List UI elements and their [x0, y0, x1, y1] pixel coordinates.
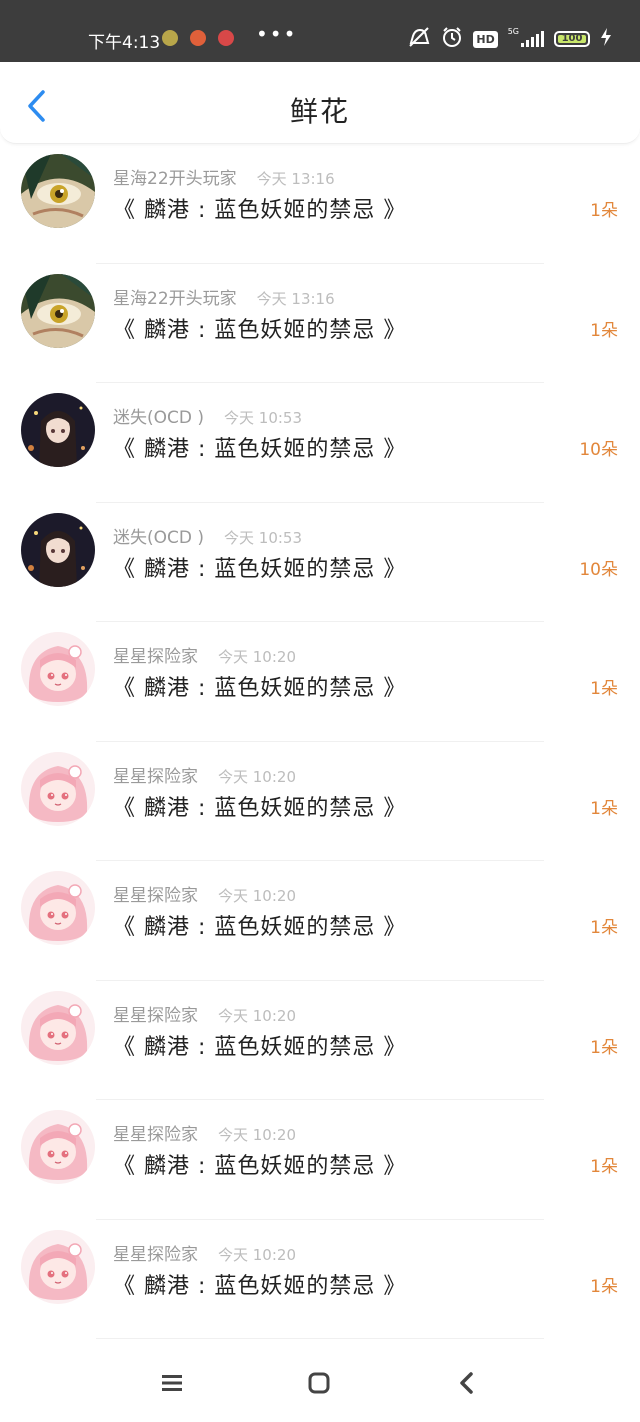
gift-meta: 星星探险家 今天 10:20: [113, 642, 296, 667]
status-bar: 下午4:13 ••• HD 5G 100: [0, 0, 640, 62]
back-triangle-icon: [460, 1372, 473, 1394]
gift-meta: 星海22开头玩家 今天 13:16: [113, 164, 335, 189]
header: 鲜花: [0, 62, 640, 144]
username[interactable]: 星星探险家: [113, 1001, 198, 1026]
gift-meta: 星星探险家 今天 10:20: [113, 881, 296, 906]
gift-time: 今天 10:20: [218, 1126, 296, 1144]
username[interactable]: 星星探险家: [113, 1120, 198, 1145]
menu-button[interactable]: [154, 1368, 190, 1398]
gift-meta: 星星探险家 今天 10:20: [113, 1120, 296, 1145]
book-title[interactable]: 《 麟港 : 蓝色妖姬的禁忌 》: [113, 670, 406, 702]
flower-count: 10朵: [579, 440, 618, 460]
home-button[interactable]: [301, 1368, 337, 1398]
gift-meta: 迷失(OCD ) 今天 10:53: [113, 403, 302, 428]
more-notifications-icon: •••: [256, 22, 298, 46]
gift-meta: 星星探险家 今天 10:20: [113, 1001, 296, 1026]
gift-row[interactable]: 星星探险家 今天 10:20 《 麟港 : 蓝色妖姬的禁忌 》 1朵: [0, 622, 640, 742]
gift-time: 今天 10:20: [218, 648, 296, 666]
menu-icon: [162, 1375, 182, 1391]
avatar[interactable]: [21, 273, 95, 348]
gift-meta: 星星探险家 今天 10:20: [113, 762, 296, 787]
book-title[interactable]: 《 麟港 : 蓝色妖姬的禁忌 》: [113, 431, 406, 463]
gift-row[interactable]: 迷失(OCD ) 今天 10:53 《 麟港 : 蓝色妖姬的禁忌 》 10朵: [0, 383, 640, 503]
username[interactable]: 迷失(OCD ): [113, 403, 204, 428]
network-label: 5G: [507, 26, 519, 36]
page-title: 鲜花: [289, 95, 350, 128]
flower-count: 1朵: [590, 1157, 618, 1177]
back-nav-button[interactable]: [448, 1368, 484, 1398]
avatar[interactable]: [21, 154, 95, 228]
avatar[interactable]: [21, 1110, 95, 1184]
gift-time: 今天 10:20: [218, 767, 296, 786]
charging-icon: [600, 28, 612, 50]
book-title[interactable]: 《 麟港 : 蓝色妖姬的禁忌 》: [113, 192, 406, 224]
status-time: 下午4:13: [88, 33, 161, 53]
avatar[interactable]: [21, 393, 95, 467]
status-right-icons: HD 5G 100: [407, 26, 612, 52]
app-notification-icon: [218, 30, 234, 46]
username[interactable]: 星星探险家: [113, 642, 198, 667]
gift-row[interactable]: 星海22开头玩家 今天 13:16 《 麟港 : 蓝色妖姬的禁忌 》 1朵: [0, 144, 640, 264]
notification-icons: [162, 30, 234, 46]
battery-level: 100: [561, 33, 583, 44]
flower-count: 1朵: [590, 798, 618, 819]
gift-time: 今天 10:20: [218, 1006, 296, 1025]
avatar[interactable]: [21, 632, 95, 706]
avatar[interactable]: [21, 871, 95, 945]
gift-meta: 迷失(OCD ) 今天 10:53: [113, 523, 302, 548]
username[interactable]: 迷失(OCD ): [113, 523, 204, 548]
gift-row[interactable]: 星星探险家 今天 10:20 《 麟港 : 蓝色妖姬的禁忌 》 1朵: [0, 981, 640, 1100]
system-nav-bar: [0, 1342, 640, 1422]
book-title[interactable]: 《 麟港 : 蓝色妖姬的禁忌 》: [113, 312, 406, 344]
flower-count: 1朵: [590, 1037, 618, 1058]
avatar[interactable]: [21, 990, 95, 1065]
hd-badge: HD: [473, 30, 498, 48]
username[interactable]: 星星探险家: [113, 1240, 198, 1265]
app-notification-icon: [190, 30, 206, 46]
mute-icon: [407, 27, 431, 51]
row-divider: [96, 1338, 544, 1339]
flower-count: 1朵: [590, 918, 618, 938]
gift-time: 今天 10:53: [224, 409, 303, 427]
flower-count: 1朵: [590, 1276, 618, 1297]
gift-row[interactable]: 星海22开头玩家 今天 13:16 《 麟港 : 蓝色妖姬的禁忌 》 1朵: [0, 264, 640, 383]
flower-count: 1朵: [590, 679, 618, 699]
username[interactable]: 星星探险家: [113, 762, 198, 787]
battery-icon: 100: [554, 31, 590, 47]
flower-count: 1朵: [590, 320, 618, 341]
book-title[interactable]: 《 麟港 : 蓝色妖姬的禁忌 》: [113, 790, 406, 822]
username[interactable]: 星海22开头玩家: [113, 284, 237, 309]
gift-row[interactable]: 星星探险家 今天 10:20 《 麟港 : 蓝色妖姬的禁忌 》 1朵: [0, 861, 640, 981]
app-notification-icon: [162, 30, 178, 46]
avatar[interactable]: [21, 1229, 95, 1304]
avatar[interactable]: [21, 512, 95, 587]
signal-icon: [521, 31, 544, 47]
gift-list: 星海22开头玩家 今天 13:16 《 麟港 : 蓝色妖姬的禁忌 》 1朵 星海22开头…: [0, 144, 640, 1339]
gift-time: 今天 10:20: [218, 887, 296, 905]
username[interactable]: 星海22开头玩家: [113, 164, 237, 189]
alarm-icon: [441, 26, 463, 52]
home-square-icon: [308, 1372, 330, 1394]
book-title[interactable]: 《 麟港 : 蓝色妖姬的禁忌 》: [113, 1148, 406, 1180]
book-title[interactable]: 《 麟港 : 蓝色妖姬的禁忌 》: [113, 1029, 406, 1061]
gift-meta: 星海22开头玩家 今天 13:16: [113, 284, 335, 309]
flower-count: 1朵: [590, 201, 618, 221]
gift-meta: 星星探险家 今天 10:20: [113, 1240, 296, 1265]
gift-time: 今天 10:53: [224, 528, 303, 547]
gift-row[interactable]: 迷失(OCD ) 今天 10:53 《 麟港 : 蓝色妖姬的禁忌 》 10朵: [0, 503, 640, 622]
gift-row[interactable]: 星星探险家 今天 10:20 《 麟港 : 蓝色妖姬的禁忌 》 1朵: [0, 1100, 640, 1220]
gift-row[interactable]: 星星探险家 今天 10:20 《 麟港 : 蓝色妖姬的禁忌 》 1朵: [0, 1220, 640, 1339]
gift-time: 今天 10:20: [218, 1245, 296, 1264]
book-title[interactable]: 《 麟港 : 蓝色妖姬的禁忌 》: [113, 1268, 406, 1300]
book-title[interactable]: 《 麟港 : 蓝色妖姬的禁忌 》: [113, 551, 406, 583]
username[interactable]: 星星探险家: [113, 881, 198, 906]
avatar[interactable]: [21, 751, 95, 826]
gift-time: 今天 13:16: [256, 289, 335, 308]
gift-row[interactable]: 星星探险家 今天 10:20 《 麟港 : 蓝色妖姬的禁忌 》 1朵: [0, 742, 640, 861]
gift-time: 今天 13:16: [256, 170, 335, 188]
book-title[interactable]: 《 麟港 : 蓝色妖姬的禁忌 》: [113, 909, 406, 941]
flower-count: 10朵: [579, 559, 618, 580]
